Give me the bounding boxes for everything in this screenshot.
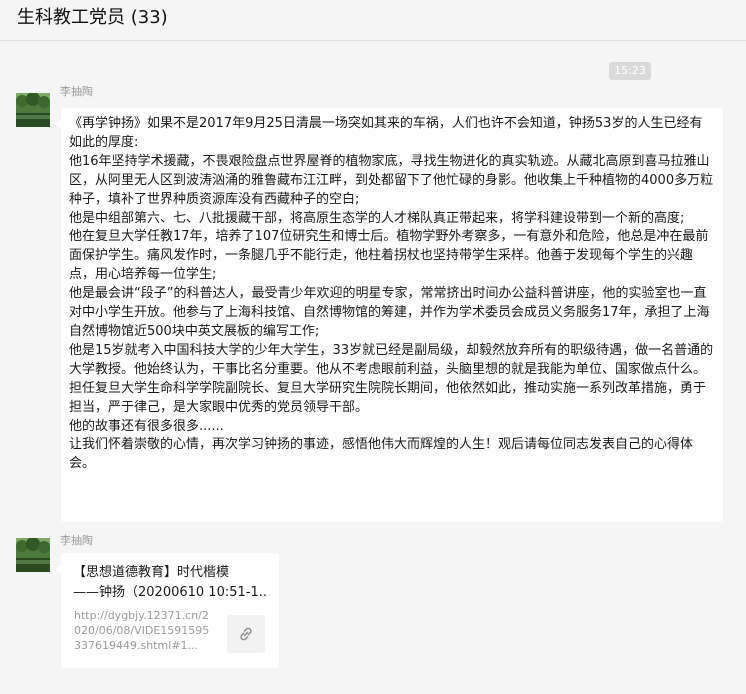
message-line: 让我们怀着崇敬的心情，再次学习钟扬的事迹，感悟他伟大而辉煌的人生！观后请每位同志… [69, 437, 694, 472]
avatar-landscape-icon [16, 538, 50, 572]
message-line: 他在复旦大学任教17年，培养了107位研究生和博士后。植物学野外考察多，一有意外… [69, 229, 709, 283]
sender-avatar[interactable] [16, 93, 50, 127]
message-line: 他是中组部第六、七、八批援藏干部，将高原生态学的人才梯队真正带起来，将学科建设带… [69, 210, 685, 226]
sender-name: 李抽陶 [60, 85, 93, 98]
chat-title: 生科教工党员 (33) [17, 7, 168, 28]
message-line: 他是最会讲“段子”的科普达人，最受青少年欢迎的明星专家，常常挤出时间办公益科普讲… [69, 286, 710, 339]
message-line: 《再学钟扬》如果不是2017年9月25日清晨一场突如其来的车祸，人们也许不会知道… [69, 116, 703, 150]
avatar-landscape-icon [16, 93, 50, 127]
chat-header: 生科教工党员 (33) [0, 0, 746, 41]
link-card[interactable]: 【思想道德教育】时代楷模 ——钟扬（20200610 10:51-1... ht… [56, 553, 279, 668]
message-line: 他的故事还有很多很多...... [69, 418, 224, 434]
link-icon [240, 627, 252, 641]
message-timestamp: 15:23 [609, 62, 651, 80]
sender-avatar[interactable] [16, 538, 50, 572]
sender-name: 李抽陶 [60, 534, 93, 547]
link-url: http://dygbjy.12371.cn/2020/06/08/VIDE15… [74, 609, 210, 652]
message-line: 他是15岁就考入中国科技大学的少年大学生，33岁就已经是副局级，却毅然放弃所有的… [69, 342, 714, 415]
link-title: ——钟扬（20200610 10:51-1... [73, 585, 267, 600]
link-thumbnail [227, 615, 265, 653]
link-title: 【思想道德教育】时代楷模 [73, 565, 230, 580]
message-bubble[interactable]: 《再学钟扬》如果不是2017年9月25日清晨一场突如其来的车祸，人们也许不会知道… [56, 108, 723, 522]
message-line: 他16年坚持学术援藏，不畏艰险盘点世界屋脊的植物家底，寻找生物进化的真实轨迹。从… [69, 153, 714, 207]
